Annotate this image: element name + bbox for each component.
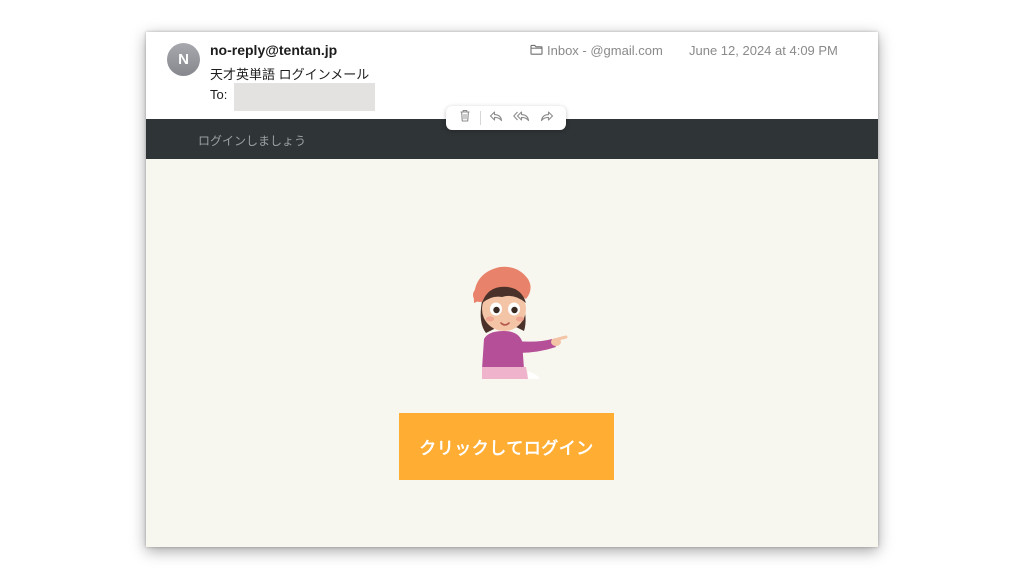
recipient-redacted — [234, 83, 375, 111]
reply-all-button[interactable] — [508, 108, 534, 128]
folder-icon — [530, 43, 547, 58]
email-date: June 12, 2024 at 4:09 PM — [689, 43, 838, 58]
login-button[interactable]: クリックしてログイン — [399, 413, 614, 480]
banner-text: ログインしましょう — [198, 134, 307, 148]
message-hover-toolbar — [446, 106, 566, 130]
forward-button[interactable] — [534, 108, 560, 128]
email-body: クリックしてログイン — [146, 159, 878, 547]
trash-icon — [459, 109, 471, 127]
reply-icon — [489, 109, 503, 127]
sender-address[interactable]: no-reply@tentan.jp — [210, 42, 337, 58]
delete-button[interactable] — [452, 108, 478, 128]
mailbox-location[interactable]: Inbox - @gmail.com — [530, 43, 663, 58]
avatar: N — [167, 43, 200, 76]
email-window: N no-reply@tentan.jp 天才英単語 ログインメール To: I… — [146, 32, 878, 547]
mailbox-label: Inbox - @gmail.com — [547, 43, 663, 58]
to-label: To: — [210, 87, 228, 102]
email-subject: 天才英単語 ログインメール — [210, 67, 370, 82]
reply-button[interactable] — [483, 108, 509, 128]
toolbar-divider — [479, 111, 481, 125]
forward-icon — [540, 109, 554, 127]
girl-character-illustration — [473, 266, 568, 379]
reply-all-icon — [513, 109, 530, 127]
